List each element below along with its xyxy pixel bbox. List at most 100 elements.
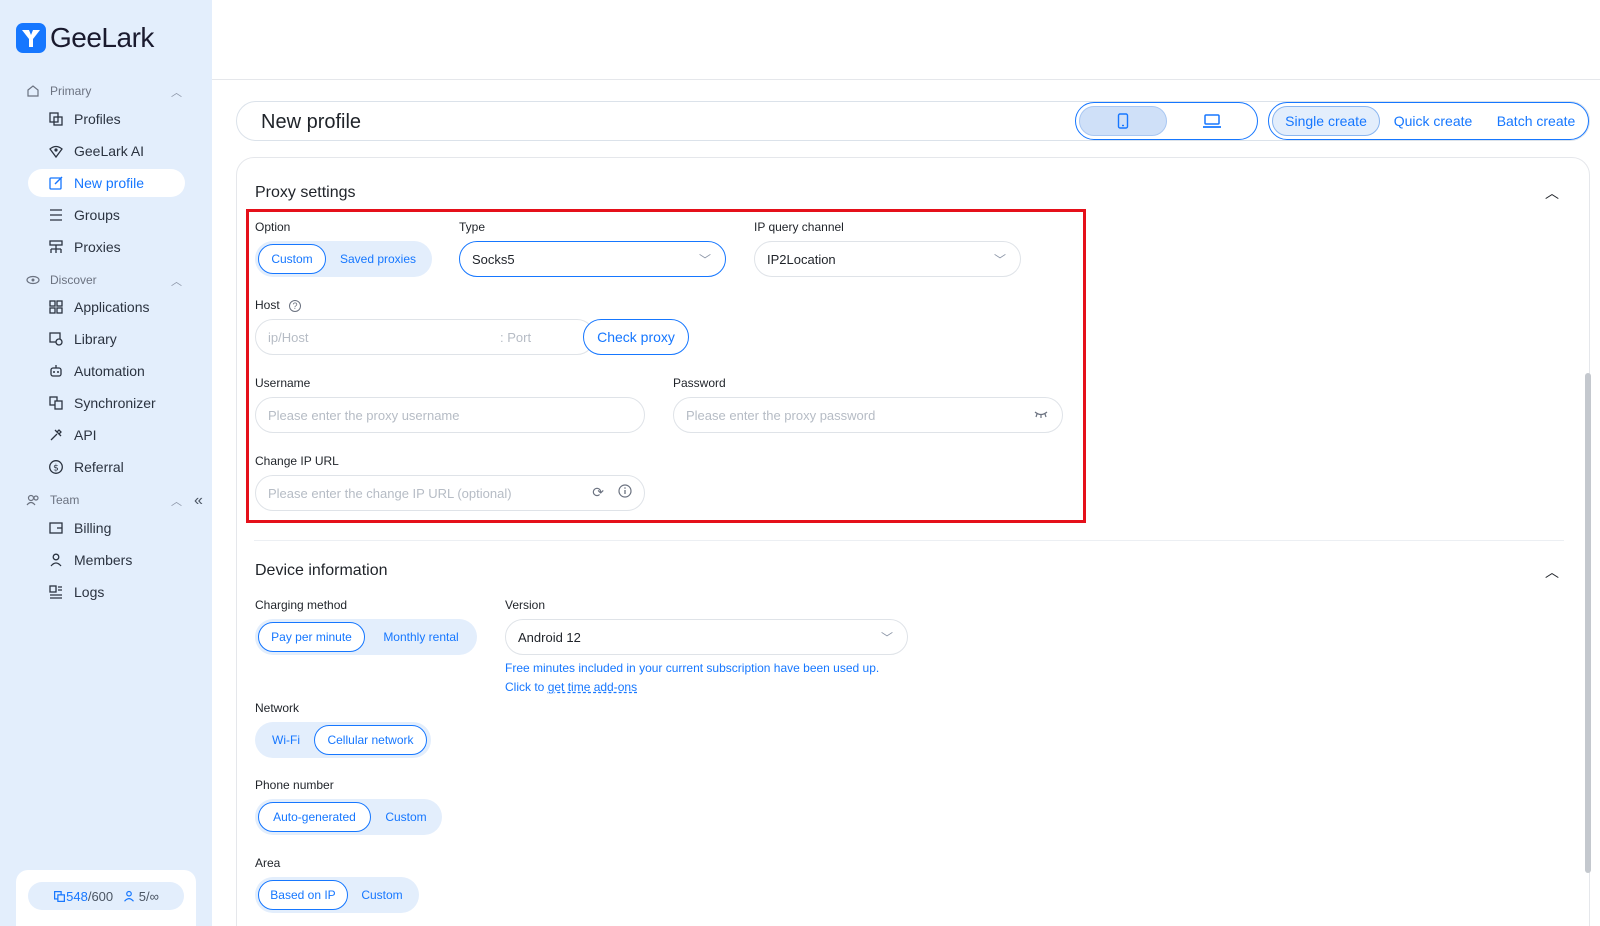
profiles-icon [49, 112, 63, 126]
sidebar-item-automation[interactable]: Automation [28, 357, 185, 385]
sidebar-item-label: Billing [74, 520, 112, 536]
charging-method-segment: Pay per minute Monthly rental [255, 619, 477, 655]
profile-quota: 548/600 [53, 889, 113, 904]
user-icon [124, 890, 135, 902]
free-minutes-note: Free minutes included in your current su… [505, 659, 905, 697]
logo[interactable]: GeeLark [16, 22, 154, 54]
sidebar: GeeLark Primary ︿ Profiles GeeLark AI Ne… [0, 0, 212, 926]
chevron-up-icon[interactable]: ︿ [1545, 183, 1559, 203]
section-label: Primary [50, 84, 92, 98]
network-label: Network [255, 701, 300, 715]
section-divider [254, 540, 1564, 541]
section-primary[interactable]: Primary ︿ [26, 84, 182, 100]
single-create-button[interactable]: Single create [1272, 106, 1380, 136]
sidebar-item-label: Automation [74, 363, 145, 379]
phone-number-segment: Auto-generated Custom [255, 799, 442, 835]
user-icon [50, 553, 62, 567]
quota-card: 548/600 5/∞ [16, 870, 196, 926]
sidebar-item-geelark-ai[interactable]: GeeLark AI [28, 137, 185, 165]
charging-method-label: Charging method [255, 598, 348, 612]
phone-icon [1117, 113, 1129, 129]
version-select[interactable]: Android 12 ﹀ [505, 619, 908, 655]
billing-icon [49, 522, 63, 534]
robot-icon [50, 365, 62, 377]
phone-device-button[interactable] [1079, 106, 1167, 136]
batch-create-button[interactable]: Batch create [1486, 106, 1586, 136]
chevron-up-icon[interactable]: ︿ [171, 273, 182, 289]
sidebar-item-proxies[interactable]: Proxies [28, 233, 185, 261]
sidebar-item-api[interactable]: API [28, 421, 185, 449]
scrollbar[interactable] [1585, 373, 1591, 873]
based-on-ip-button[interactable]: Based on IP [258, 880, 348, 910]
laptop-icon [1203, 114, 1221, 128]
logs-icon [49, 585, 62, 599]
apps-icon [49, 300, 63, 314]
sidebar-item-billing[interactable]: Billing [28, 514, 185, 542]
desktop-device-button[interactable] [1168, 106, 1256, 136]
sidebar-item-label: Members [74, 552, 133, 568]
section-label: Discover [50, 273, 97, 287]
wifi-button[interactable]: Wi-Fi [258, 725, 314, 755]
sidebar-item-synchronizer[interactable]: Synchronizer [28, 389, 185, 417]
chevron-down-icon: ﹀ [880, 631, 893, 645]
sidebar-item-groups[interactable]: Groups [28, 201, 185, 229]
area-label: Area [255, 856, 281, 870]
sidebar-item-label: Applications [74, 299, 150, 315]
quota-pill[interactable]: 548/600 5/∞ [28, 882, 184, 910]
title-bar: New profile Single create Quick create B… [236, 101, 1590, 141]
sidebar-item-logs[interactable]: Logs [28, 578, 185, 606]
collapse-sidebar-icon[interactable]: « [194, 492, 203, 510]
discover-icon [26, 275, 40, 285]
area-segment: Based on IP Custom [255, 877, 419, 913]
network-segment: Wi-Fi Cellular network [255, 722, 431, 758]
version-value: Android 12 [518, 629, 581, 645]
app-name: GeeLark [50, 22, 154, 53]
get-time-add-ons-link[interactable]: get time add-ons [548, 680, 637, 694]
section-team[interactable]: Team ︿ [26, 493, 182, 509]
quick-create-button[interactable]: Quick create [1384, 106, 1482, 136]
section-discover[interactable]: Discover ︿ [26, 273, 182, 289]
ai-icon [49, 145, 63, 159]
chevron-up-icon[interactable]: ︿ [171, 493, 182, 509]
sidebar-item-label: Library [74, 331, 117, 347]
device-toggle [1075, 102, 1258, 140]
library-icon [49, 332, 63, 346]
sidebar-item-label: Proxies [74, 239, 121, 255]
top-header [212, 0, 1600, 80]
sidebar-item-applications[interactable]: Applications [28, 293, 185, 321]
create-mode-toggle: Single create Quick create Batch create [1268, 102, 1589, 140]
highlight-box [246, 209, 1086, 523]
chevron-up-icon[interactable]: ︿ [1545, 562, 1559, 582]
sidebar-item-label: Groups [74, 207, 120, 223]
page-title: New profile [261, 111, 362, 133]
api-icon [50, 429, 62, 441]
sidebar-item-label: GeeLark AI [74, 143, 145, 159]
sidebar-item-library[interactable]: Library [28, 325, 185, 353]
sidebar-item-referral[interactable]: $ Referral [28, 453, 185, 481]
device-information-title: Device information [255, 562, 388, 579]
profiles-used: 548 [66, 888, 88, 904]
sync-icon [49, 396, 63, 410]
sidebar-item-label: Profiles [74, 111, 121, 127]
sidebar-item-new-profile[interactable]: New profile [28, 169, 185, 197]
area-custom-button[interactable]: Custom [349, 880, 415, 910]
section-label: Team [50, 493, 80, 507]
members-count: 5/∞ [138, 888, 159, 904]
auto-generated-button[interactable]: Auto-generated [258, 802, 371, 832]
home-icon [27, 85, 39, 97]
pay-per-minute-button[interactable]: Pay per minute [258, 622, 365, 652]
phone-number-label: Phone number [255, 778, 334, 792]
sidebar-item-label: Referral [74, 459, 124, 475]
sidebar-item-members[interactable]: Members [28, 546, 185, 574]
chevron-up-icon[interactable]: ︿ [171, 84, 182, 100]
cellular-network-button[interactable]: Cellular network [314, 725, 427, 755]
edit-icon [49, 176, 63, 190]
sidebar-item-profiles[interactable]: Profiles [28, 105, 185, 133]
profiles-total: /600 [87, 888, 114, 904]
list-icon [50, 209, 62, 221]
sidebar-item-label: New profile [74, 175, 145, 191]
dollar-icon: $ [49, 460, 63, 474]
phone-custom-button[interactable]: Custom [373, 802, 439, 832]
geelark-logo-icon [16, 23, 46, 53]
monthly-rental-button[interactable]: Monthly rental [369, 622, 473, 652]
